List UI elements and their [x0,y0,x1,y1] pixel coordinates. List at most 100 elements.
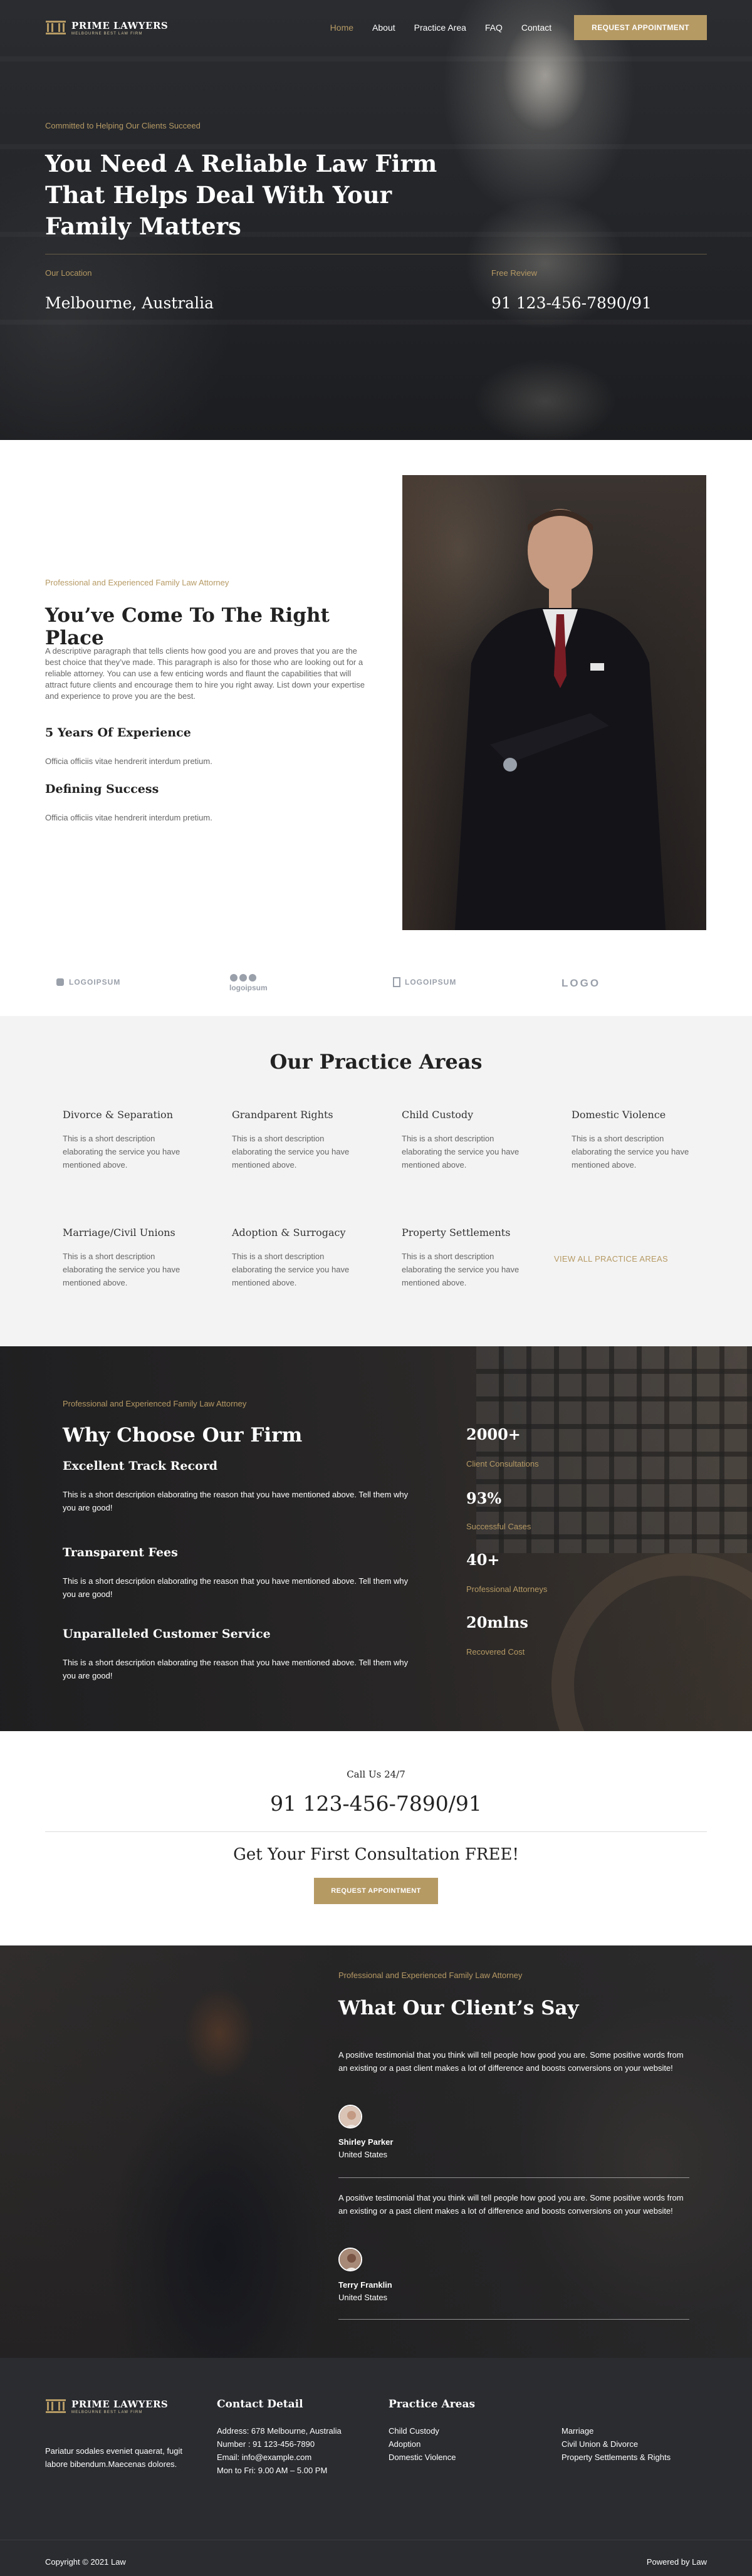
experience-text: Officia officiis vitae hendrerit interdu… [45,757,212,766]
stat-value: 40+ [466,1551,500,1569]
call-section: Call Us 24/7 91 123-456-7890/91 Get Your… [0,1731,752,1945]
practice-area-title: Domestic Violence [572,1109,666,1121]
footer-link[interactable]: Civil Union & Divorce [561,2437,671,2451]
footer-link[interactable]: Child Custody [389,2424,456,2437]
request-appointment-button[interactable]: REQUEST APPOINTMENT [574,15,707,40]
nav-item-faq[interactable]: FAQ [485,23,503,33]
location-value: Melbourne, Australia [45,294,214,312]
testimonial-location: United States [338,2150,388,2159]
footer-practice-list: Marriage Civil Union & Divorce Property … [561,2424,671,2464]
practice-area-card[interactable]: Adoption & Surrogacy This is a short des… [232,1227,357,1289]
footer-email[interactable]: Email: info@example.com [217,2451,342,2464]
request-appointment-button[interactable]: REQUEST APPOINTMENT [314,1878,438,1904]
testimonials-title: What Our Client’s Say [338,1997,579,2019]
reason-text: This is a short description elaborating … [63,1576,409,1599]
nav-item-contact[interactable]: Contact [521,23,551,33]
arch-background-decoration [551,1553,752,1731]
hero-section: PRIME LAWYERS MELBOURNE BEST LAW FIRM Ho… [0,0,752,440]
practice-area-desc: This is a short description elaborating … [63,1134,180,1170]
call-phone-number[interactable]: 91 123-456-7890/91 [0,1791,752,1816]
practice-areas-title: Our Practice Areas [269,1050,483,1074]
practice-area-desc: This is a short description elaborating … [572,1134,689,1170]
practice-area-desc: This is a short description elaborating … [402,1134,520,1170]
partner-logo-text: LOGOIPSUM [405,978,457,987]
footer-bottom-bar: Copyright © 2021 Law Powered by Law [0,2540,752,2576]
practice-area-card[interactable]: Grandparent Rights This is a short descr… [232,1109,357,1171]
testimonial-divider [338,2177,689,2178]
reason-title: Unparalleled Customer Service [63,1627,271,1641]
call-divider [45,1831,707,1832]
practice-area-desc: This is a short description elaborating … [402,1252,520,1287]
testimonial-name: Shirley Parker [338,2137,394,2147]
view-all-practice-areas-link[interactable]: VIEW ALL PRACTICE AREAS [554,1254,668,1264]
site-footer: PRIME LAWYERS MELBOURNE BEST LAW FIRM Pa… [0,2358,752,2576]
footer-link[interactable]: Marriage [561,2424,671,2437]
hero-location: Our Location Melbourne, Australia [45,268,214,312]
hero-tagline: Committed to Helping Our Clients Succeed [45,121,201,130]
reason-title: Transparent Fees [63,1546,178,1559]
client-logos-strip: LOGOIPSUM logoipsum LOGOIPSUM LOGO [0,960,752,1016]
footer-about-text: Pariatur sodales eveniet quaerat, fugit … [45,2446,182,2469]
call-label: Call Us 24/7 [347,1769,405,1780]
client-photo-background [94,1958,357,2358]
avatar-woman-icon [340,2106,361,2127]
pillar-logo-icon [46,21,66,34]
footer-address: Address: 678 Melbourne, Australia [217,2426,342,2436]
about-title: You’ve Come To The Right Place [45,604,330,649]
nav-item-practice-area[interactable]: Practice Area [414,23,466,33]
nav-item-about[interactable]: About [372,23,395,33]
footer-phone[interactable]: Number : 91 123-456-7890 [217,2437,342,2451]
partner-logo-text: logoipsum [229,983,268,992]
powered-by-link[interactable]: Powered by Law [647,2555,707,2568]
why-kicker: Professional and Experienced Family Law … [63,1399,247,1408]
practice-area-card[interactable]: Divorce & Separation This is a short des… [63,1109,188,1171]
nav-item-home[interactable]: Home [330,23,353,33]
stat-label: Recovered Cost [466,1647,525,1657]
stat-label: Successful Cases [466,1522,531,1531]
about-kicker: Professional and Experienced Family Law … [45,578,229,587]
partner-logo: LOGOIPSUM [392,977,456,987]
free-review-phone[interactable]: 91 123-456-7890/91 [491,294,652,312]
free-consultation-heading: Get Your First Consultation FREE! [233,1845,519,1864]
practice-area-card[interactable]: Property Settlements This is a short des… [402,1227,527,1289]
free-review-label: Free Review [491,268,537,278]
practice-areas-section: Our Practice Areas Divorce & Separation … [0,1016,752,1346]
stat-value: 93% [466,1489,502,1507]
experience-title: 5 Years Of Experience [45,726,191,740]
practice-area-card[interactable]: Domestic Violence This is a short descri… [572,1109,697,1171]
stat-value: 2000+ [466,1425,521,1443]
stat-label: Professional Attorneys [466,1584,548,1594]
footer-contact-list: Address: 678 Melbourne, Australia Number… [217,2424,342,2477]
copyright-text: Copyright © 2021 Law [45,2557,126,2567]
partner-logo: LOGOIPSUM [55,977,120,987]
brand-logo[interactable]: PRIME LAWYERS MELBOURNE BEST LAW FIRM [45,19,168,36]
testimonial-avatar [338,2248,362,2271]
footer-brand-logo[interactable]: PRIME LAWYERS MELBOURNE BEST LAW FIRM [45,2398,168,2414]
nav-menu: Home About Practice Area FAQ Contact [330,23,551,33]
practice-area-title: Adoption & Surrogacy [232,1227,346,1238]
footer-practice-list: Child Custody Adoption Domestic Violence [389,2424,456,2464]
brand-name: PRIME LAWYERS [71,2398,169,2410]
practice-area-card[interactable]: Child Custody This is a short descriptio… [402,1109,527,1171]
practice-area-card[interactable]: Marriage/Civil Unions This is a short de… [63,1227,188,1289]
practice-area-desc: This is a short description elaborating … [232,1134,350,1170]
why-title: Why Choose Our Firm [63,1424,303,1447]
footer-practice-areas-title: Practice Areas [389,2398,476,2411]
footer-link[interactable]: Domestic Violence [389,2451,456,2464]
practice-area-title: Child Custody [402,1109,474,1121]
reason-title: Excellent Track Record [63,1459,218,1473]
partner-logo: LOGO [561,977,600,990]
practice-area-desc: This is a short description elaborating … [63,1252,180,1287]
stat-label: Client Consultations [466,1459,539,1469]
footer-link[interactable]: Adoption [389,2437,456,2451]
testimonials-section: Professional and Experienced Family Law … [0,1945,752,2358]
footer-link[interactable]: Property Settlements & Rights [561,2451,671,2464]
practice-area-title: Divorce & Separation [63,1109,173,1121]
testimonial-quote: A positive testimonial that you think wi… [338,2050,684,2073]
practice-area-title: Property Settlements [402,1227,511,1238]
practice-area-title: Marriage/Civil Unions [63,1227,175,1238]
testimonial-avatar [338,2105,362,2128]
testimonial-divider [338,2319,689,2320]
logo-mark-icon [56,978,64,986]
footer-contact-title: Contact Detail [217,2398,303,2411]
